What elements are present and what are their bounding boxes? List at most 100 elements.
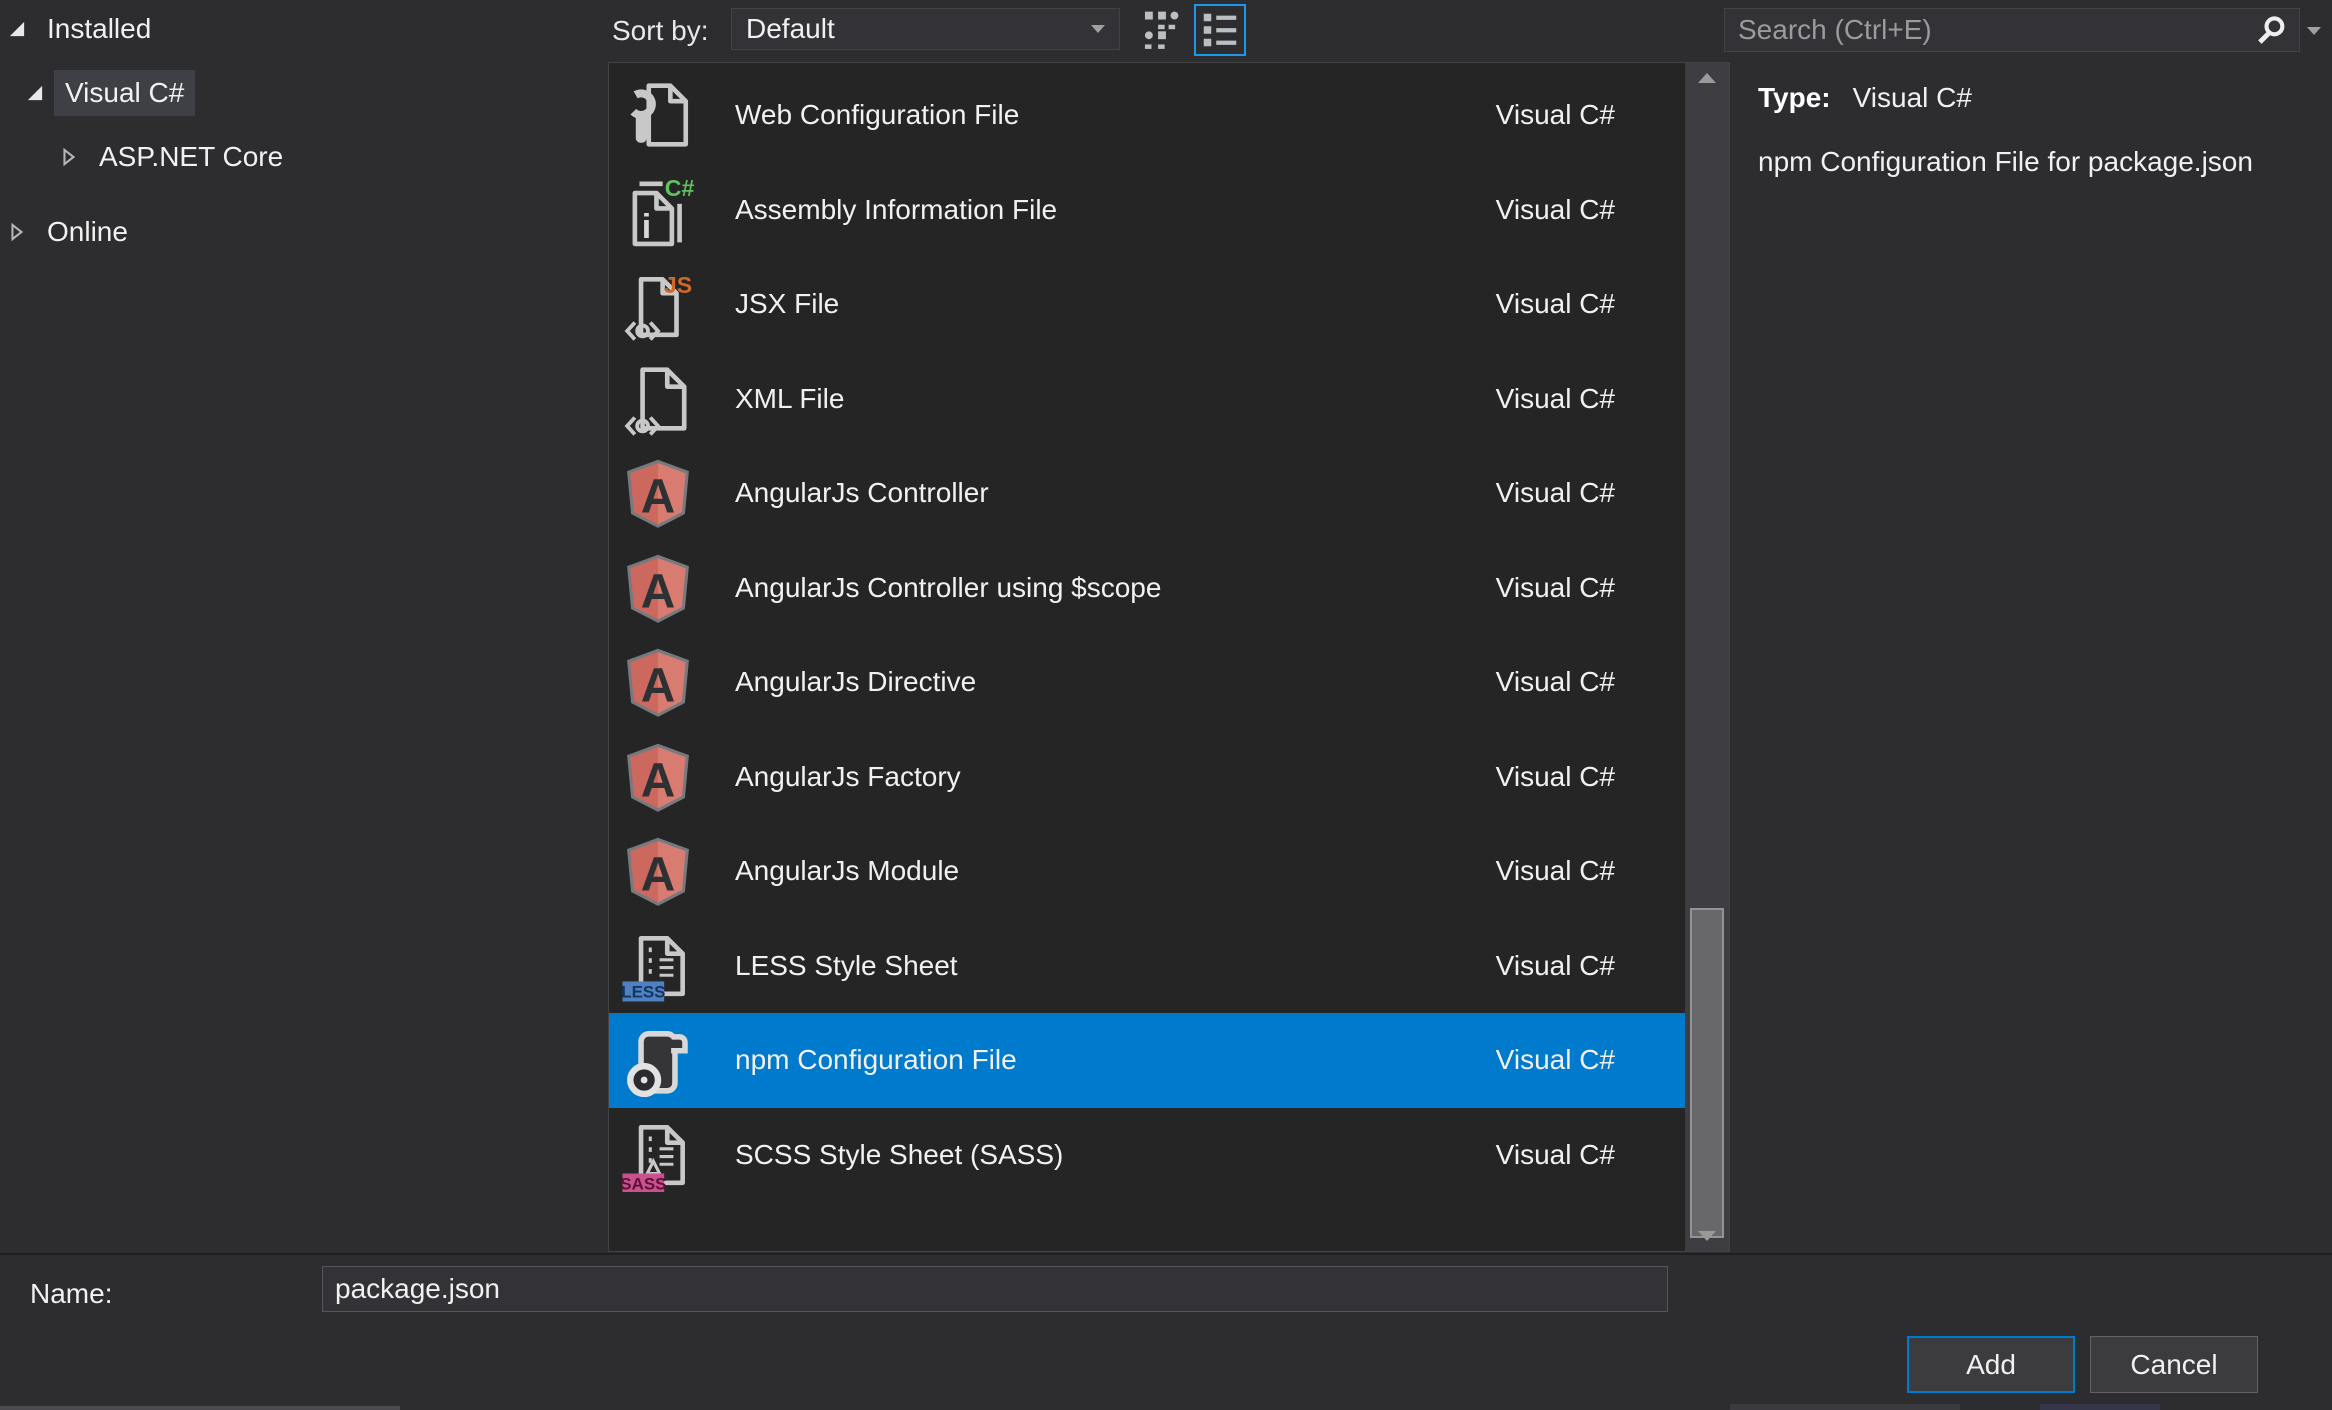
template-language: Visual C# <box>1495 760 1615 792</box>
name-label: Name: <box>30 1278 113 1309</box>
scroll-up-arrow-icon <box>1698 73 1716 83</box>
sort-by-dropdown[interactable]: Default <box>731 8 1120 50</box>
template-language: Visual C# <box>1495 666 1615 698</box>
web-configuration-file-icon <box>626 83 689 147</box>
angular-letter: A <box>641 660 676 713</box>
screen-edge-artifact <box>0 1406 400 1410</box>
angularjs-shield-icon: A <box>627 743 689 812</box>
template-type-row: Type: Visual C# <box>1758 82 1972 114</box>
info-glyph: i <box>642 208 651 246</box>
tree-item-label: Online <box>47 216 128 247</box>
template-list-item[interactable]: Web Configuration File Visual C# <box>609 68 1685 163</box>
tree-item-label: ASP.NET Core <box>99 141 284 172</box>
angularjs-shield-icon: A <box>627 838 689 907</box>
expanded-triangle-icon[interactable] <box>6 18 28 40</box>
sort-by-value: Default <box>746 13 835 44</box>
template-language: Visual C# <box>1495 855 1615 887</box>
template-list-item[interactable]: A AngularJs Factory Visual C# <box>609 730 1685 825</box>
npm-configuration-file-icon <box>627 1031 688 1098</box>
template-name: AngularJs Controller <box>735 477 989 509</box>
template-list-item[interactable]: A AngularJs Controller using $scope Visu… <box>609 541 1685 636</box>
type-label: Type: <box>1758 82 1831 113</box>
tree-item-installed[interactable]: Installed <box>6 6 162 52</box>
search-box[interactable] <box>1724 8 2300 52</box>
template-list-item[interactable]: C# i Assembly Information File Visual C# <box>609 163 1685 258</box>
template-name: npm Configuration File <box>735 1044 1017 1076</box>
tree-item-label: Visual C# <box>54 70 196 116</box>
template-description: npm Configuration File for package.json <box>1758 146 2253 177</box>
category-tree-pane: Installed Visual C# ASP.NET Core Online <box>0 0 608 1252</box>
scroll-up-button[interactable] <box>1685 63 1729 93</box>
list-view-icon <box>1203 13 1237 47</box>
template-name: XML File <box>735 382 845 414</box>
cancel-button[interactable]: Cancel <box>2090 1336 2258 1393</box>
angularjs-shield-icon: A <box>627 649 689 718</box>
js-badge: JS <box>664 272 692 298</box>
add-new-item-dialog: { "accent_color": "#007acc", "tree": { "… <box>0 0 2332 1410</box>
template-language: Visual C# <box>1495 382 1615 414</box>
template-name: JSX File <box>735 288 840 320</box>
template-rows: Web Configuration File Visual C# C# i As… <box>609 63 1685 1251</box>
angularjs-shield-icon: A <box>627 554 689 623</box>
sass-badge: SASS <box>621 1174 666 1191</box>
scrollbar-thumb[interactable] <box>1690 908 1724 1238</box>
scss-stylesheet-icon: SASS <box>621 1124 685 1192</box>
tree-item-visual-csharp[interactable]: Visual C# <box>24 70 196 116</box>
search-input[interactable] <box>1725 14 2255 46</box>
template-name: LESS Style Sheet <box>735 949 958 981</box>
template-name: Assembly Information File <box>735 193 1058 225</box>
angularjs-shield-icon: A <box>627 460 689 529</box>
screen-edge-artifact <box>1730 1404 1960 1410</box>
template-list-item[interactable]: SASS SCSS Style Sheet (SASS) Visual C# <box>609 1108 1685 1203</box>
medium-icons-view-icon <box>1144 11 1179 49</box>
less-badge: LESS <box>621 982 665 1001</box>
list-scrollbar[interactable] <box>1685 63 1729 1251</box>
template-list-item[interactable]: A AngularJs Controller Visual C# <box>609 446 1685 541</box>
template-list: Web Configuration File Visual C# C# i As… <box>608 62 1730 1252</box>
angular-letter: A <box>641 849 676 902</box>
template-list-item[interactable]: JS JSX File Visual C# <box>609 257 1685 352</box>
csharp-badge: C# <box>665 175 695 201</box>
collapsed-triangle-icon[interactable] <box>6 221 28 243</box>
template-language: Visual C# <box>1495 477 1615 509</box>
template-language: Visual C# <box>1495 99 1615 131</box>
template-name: AngularJs Controller using $scope <box>735 571 1162 603</box>
template-language: Visual C# <box>1495 571 1615 603</box>
template-language: Visual C# <box>1495 288 1615 320</box>
template-list-item[interactable]: A AngularJs Directive Visual C# <box>609 635 1685 730</box>
template-language: Visual C# <box>1495 193 1615 225</box>
scroll-down-button[interactable] <box>1685 1221 1729 1251</box>
list-view-button[interactable] <box>1194 4 1246 56</box>
tree-item-aspnet-core[interactable]: ASP.NET Core <box>58 134 294 180</box>
template-name: AngularJs Factory <box>735 760 961 792</box>
scroll-down-arrow-icon <box>1698 1231 1716 1241</box>
search-options-chevron-icon[interactable] <box>2306 26 2322 36</box>
collapsed-triangle-icon[interactable] <box>58 146 80 168</box>
add-button[interactable]: Add <box>1907 1336 2075 1393</box>
chevron-down-icon <box>1091 25 1105 33</box>
file-name-input[interactable] <box>322 1266 1668 1312</box>
screen-edge-artifact <box>2040 1404 2160 1410</box>
template-language: Visual C# <box>1495 949 1615 981</box>
jsx-file-icon: JS <box>624 272 692 342</box>
template-list-item[interactable]: XML File Visual C# <box>609 352 1685 447</box>
type-value: Visual C# <box>1852 82 1972 113</box>
template-name: Web Configuration File <box>735 99 1020 131</box>
less-stylesheet-icon: LESS <box>621 935 685 1001</box>
tree-item-label: Installed <box>47 13 152 44</box>
assembly-information-file-icon: C# i <box>632 175 695 246</box>
angular-letter: A <box>641 565 676 618</box>
search-icon[interactable] <box>2255 13 2289 47</box>
template-list-item[interactable]: A AngularJs Module Visual C# <box>609 824 1685 919</box>
angular-letter: A <box>641 754 676 807</box>
sort-by-label: Sort by: <box>612 15 709 46</box>
expanded-triangle-icon[interactable] <box>24 82 46 104</box>
template-name: SCSS Style Sheet (SASS) <box>735 1138 1064 1170</box>
tree-item-online[interactable]: Online <box>6 209 139 255</box>
bottom-separator <box>0 1253 2332 1255</box>
medium-icons-view-button[interactable] <box>1139 8 1185 52</box>
xml-file-icon <box>624 367 687 436</box>
template-language: Visual C# <box>1495 1138 1615 1170</box>
template-list-item[interactable]: LESS LESS Style Sheet Visual C# <box>609 919 1685 1014</box>
template-list-item[interactable]: npm Configuration File Visual C# <box>609 1013 1685 1108</box>
